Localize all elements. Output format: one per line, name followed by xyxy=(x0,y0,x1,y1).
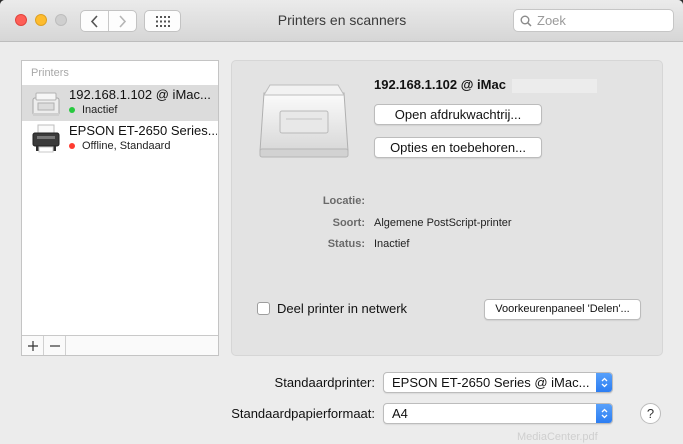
updown-chevron-icon xyxy=(596,373,612,392)
default-printer-value: EPSON ET-2650 Series @ iMac... xyxy=(392,375,590,390)
printer-status: Inactief xyxy=(69,104,117,116)
printer-name: EPSON ET-2650 Series... xyxy=(69,123,217,138)
chevron-left-icon xyxy=(90,14,98,28)
help-button[interactable]: ? xyxy=(640,403,661,424)
window-title: Printers en scanners xyxy=(277,12,407,28)
printer-detail-panel: 192.168.1.102 @ iMac Open afdrukwachtrij… xyxy=(231,60,663,356)
printer-list: Printers 192.168.1.102 @ iMac... Inactie… xyxy=(21,60,219,356)
printer-name: 192.168.1.102 @ iMac... xyxy=(69,87,211,102)
printer-title: 192.168.1.102 @ iMac xyxy=(374,77,506,92)
share-printer-checkbox[interactable] xyxy=(257,302,270,315)
plus-icon xyxy=(27,340,38,351)
printer-list-header: Printers xyxy=(31,67,69,79)
printer-status-text: Offline, Standaard xyxy=(82,140,171,152)
printer-list-item[interactable]: 192.168.1.102 @ iMac... Inactief xyxy=(22,85,218,121)
printer-status: Offline, Standaard xyxy=(69,140,170,152)
share-printer-label: Deel printer in netwerk xyxy=(277,301,408,316)
inkjet-printer-icon xyxy=(32,124,60,153)
status-dot-icon xyxy=(69,143,75,149)
default-printer-label: Standaardprinter: xyxy=(274,375,375,390)
kind-label: Soort: xyxy=(332,217,365,229)
navigation-group xyxy=(80,10,137,32)
chevron-right-icon xyxy=(119,14,127,28)
kind-value: Algemene PostScript-printer xyxy=(374,217,512,229)
printer-list-item[interactable]: EPSON ET-2650 Series... Offline, Standaa… xyxy=(22,121,218,157)
search-field[interactable] xyxy=(513,9,674,32)
grid-icon xyxy=(155,15,170,27)
status-label: Status: xyxy=(327,238,365,250)
forward-button[interactable] xyxy=(108,11,136,31)
laser-printer-icon xyxy=(32,92,60,116)
remove-printer-button[interactable] xyxy=(44,336,66,355)
share-printer-row: Deel printer in netwerk xyxy=(257,301,407,316)
options-supplies-button[interactable]: Opties en toebehoren... xyxy=(374,137,542,158)
status-value: Inactief xyxy=(374,238,410,250)
search-icon xyxy=(520,15,532,27)
minimize-button[interactable] xyxy=(35,14,47,26)
paper-size-label: Standaardpapierformaat: xyxy=(231,406,375,421)
default-printer-popup[interactable]: EPSON ET-2650 Series @ iMac... xyxy=(383,372,613,393)
redaction-mask xyxy=(512,79,597,93)
watermark: MediaCenter.pdf xyxy=(517,431,598,443)
paper-size-popup[interactable]: A4 xyxy=(383,403,613,424)
printer-icon xyxy=(259,84,349,158)
window: Printers en scanners Printers 192.168.1.… xyxy=(0,0,683,444)
sharing-preferences-button[interactable]: Voorkeurenpaneel 'Delen'... xyxy=(484,299,641,320)
printer-list-toolbar xyxy=(22,335,218,355)
back-button[interactable] xyxy=(81,11,108,31)
updown-chevron-icon xyxy=(596,404,612,423)
add-printer-button[interactable] xyxy=(22,336,44,355)
location-label: Locatie: xyxy=(322,195,365,207)
titlebar: Printers en scanners xyxy=(0,0,683,42)
search-input[interactable] xyxy=(537,13,667,28)
open-print-queue-button[interactable]: Open afdrukwachtrij... xyxy=(374,104,542,125)
show-all-button[interactable] xyxy=(144,10,181,32)
close-button[interactable] xyxy=(15,14,27,26)
zoom-button[interactable] xyxy=(55,14,67,26)
paper-size-value: A4 xyxy=(392,406,408,421)
status-dot-icon xyxy=(69,107,75,113)
minus-icon xyxy=(49,344,60,347)
printer-status-text: Inactief xyxy=(82,104,118,116)
